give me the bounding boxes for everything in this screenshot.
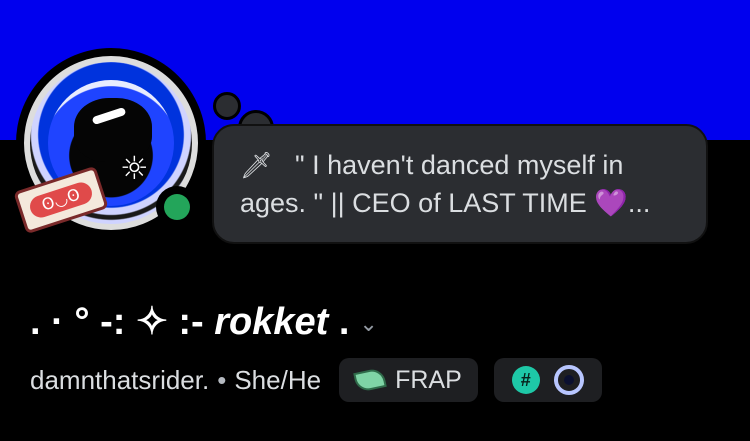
status-line-1: 🗡 " I haven't danced myself in — [240, 146, 686, 184]
status-indicator — [156, 186, 198, 228]
thought-bubble-dot-small — [213, 92, 241, 120]
cassette-face: ʘ◡ʘ — [27, 179, 95, 221]
guild-tag[interactable]: FRAP — [339, 358, 478, 402]
badges-container: # — [493, 358, 602, 402]
guild-tag-label: FRAP — [395, 365, 462, 394]
dagger-icon: 🗡 — [240, 150, 274, 180]
status-ellipsis: ... — [627, 188, 651, 218]
purple-heart-icon: 💜 — [594, 188, 628, 218]
leaf-icon — [353, 367, 387, 393]
online-status-icon — [164, 194, 190, 220]
avatar[interactable]: ☼ ʘ◡ʘ — [13, 48, 206, 238]
status-line-2: ages. " || CEO of LAST TIME 💜... — [240, 184, 686, 222]
pronouns: She/He — [234, 364, 322, 395]
custom-status-bubble[interactable]: 🗡 " I haven't danced myself in ages. " ||… — [212, 124, 708, 244]
username[interactable]: damnthatsrider. — [30, 365, 209, 396]
wreath-badge-icon[interactable] — [553, 365, 584, 395]
status-text-2: ages. " || CEO of LAST TIME — [240, 188, 595, 218]
display-name: rokket — [214, 301, 329, 343]
username-row: damnthatsrider. • She/He FRAP # — [30, 356, 602, 404]
sun-icon: ☼ — [120, 149, 149, 187]
separator-dot: • — [217, 364, 227, 395]
status-text-1: " I haven't danced myself in — [295, 150, 624, 180]
display-name-prefix: . · ° -: ✧ :- — [30, 301, 215, 343]
chevron-down-icon[interactable]: ⌄ — [359, 311, 377, 336]
display-name-row[interactable]: . · ° -: ✧ :- rokket . ⌄ — [30, 296, 378, 348]
display-name-suffix: . — [328, 301, 350, 343]
hash-badge-icon[interactable]: # — [511, 366, 540, 394]
